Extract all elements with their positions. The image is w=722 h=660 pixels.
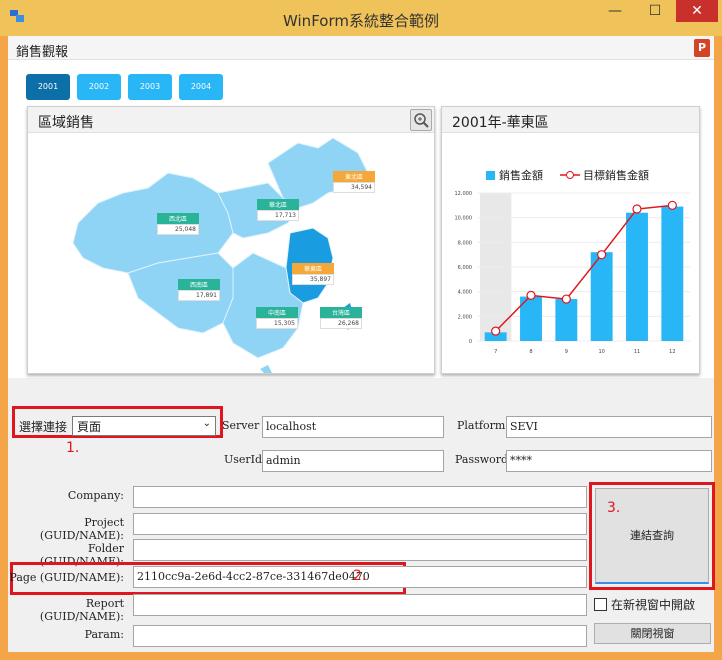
step1-label: 1.: [66, 440, 80, 456]
userid-label: UserId: [224, 453, 263, 466]
company-label: Company:: [67, 489, 124, 502]
server-label: Server: [222, 419, 260, 432]
new-window-label: 在新視窗中開啟: [611, 598, 696, 612]
x-tick-label: 10: [598, 349, 604, 355]
page-label: Page (GUID/NAME):: [9, 571, 124, 584]
bar: [626, 212, 648, 341]
folder-input[interactable]: [133, 539, 587, 561]
region-sales-header: 區域銷售: [28, 107, 434, 133]
map-label-southwest: 西南區 17,891: [178, 279, 220, 301]
legend-target-label: 目標銷售金額: [583, 169, 649, 182]
map-label-taiwan: 台灣區 26,268: [320, 307, 362, 329]
sales-chart-title: 2001年-華東區: [452, 115, 549, 131]
sales-chart-header: 2001年-華東區: [442, 107, 699, 133]
close-window-button[interactable]: 關閉視窗: [594, 623, 711, 644]
region-sales-title: 區域銷售: [38, 115, 94, 131]
platform-label: Platform: [457, 419, 506, 432]
year-button-2002[interactable]: 2002: [77, 74, 121, 100]
region-sales-panel: 區域銷售 東北區 34,594 華北區 17,713 西北區 25,048 華東區 35…: [27, 106, 435, 374]
report-viewer: 銷售觀報 P 2001 2002 2003 2004 區域銷售 東北區 34,5…: [8, 36, 714, 378]
legend-target: 目標銷售金額: [560, 167, 649, 183]
maximize-button[interactable]: ☐: [640, 0, 670, 22]
zoom-icon[interactable]: [410, 109, 432, 131]
bar: [555, 299, 578, 341]
y-tick-label: 2,000: [458, 314, 472, 320]
bar: [590, 252, 613, 341]
x-tick-label: 7: [494, 349, 497, 355]
y-tick-label: 10,000: [455, 216, 473, 222]
target-point: [632, 204, 642, 214]
server-input[interactable]: localhost: [262, 416, 444, 438]
report-header: 銷售觀報 P: [8, 36, 714, 60]
chevron-down-icon: ⌄: [202, 418, 211, 429]
param-label: Param:: [84, 628, 124, 641]
legend-sales: 銷售金額: [486, 167, 543, 183]
y-tick-label: 6,000: [458, 265, 472, 271]
target-point: [526, 290, 536, 300]
password-label: Password: [455, 453, 509, 466]
close-button[interactable]: ✕: [676, 0, 718, 22]
y-tick-label: 8,000: [458, 240, 472, 246]
year-button-2003[interactable]: 2003: [128, 74, 172, 100]
china-map: [72, 137, 369, 373]
legend-sales-swatch: [486, 170, 495, 180]
connect-select-value: 頁面: [77, 420, 102, 434]
year-button-2001[interactable]: 2001: [26, 74, 70, 100]
platform-input[interactable]: SEVI: [506, 416, 712, 438]
report-label: Report (GUID/NAME):: [39, 597, 124, 623]
x-tick-label: 9: [565, 349, 568, 355]
map-label-south-central: 中南區 15,305: [256, 307, 298, 329]
step2-label: 2.: [353, 568, 367, 584]
map-label-northwest: 西北區 25,048: [157, 213, 199, 235]
x-tick-label: 11: [634, 349, 640, 355]
map-label-east: 華東區 35,897: [292, 263, 334, 285]
bar: [661, 206, 684, 341]
step3-label: 3.: [607, 500, 621, 516]
y-tick-label: 12,000: [455, 191, 473, 197]
company-input[interactable]: [133, 486, 587, 508]
report-title: 銷售觀報: [16, 45, 69, 60]
powerpoint-export-icon[interactable]: P: [694, 39, 710, 57]
userid-input[interactable]: admin: [262, 450, 444, 472]
new-window-checkbox[interactable]: [594, 598, 607, 611]
x-tick-label: 12: [669, 349, 675, 355]
y-tick-label: 0: [469, 339, 472, 345]
report-input[interactable]: [133, 594, 587, 616]
param-input[interactable]: [133, 625, 587, 647]
map-label-northeast: 東北區 34,594: [333, 171, 375, 193]
project-label: Project (GUID/NAME):: [39, 516, 124, 542]
y-tick-label: 4,000: [458, 290, 472, 296]
sales-chart: 0 2,000 4,000 6,000 8,000 10,000 12,000 7 8 9 10 11…: [455, 191, 690, 355]
sales-chart-panel: 2001年-華東區 銷售金額 目標銷售金額 0 2,000 4,000 6,000 8,…: [441, 106, 700, 374]
target-point: [561, 294, 571, 304]
minimize-button[interactable]: —: [600, 0, 630, 22]
connect-select[interactable]: 頁面 ⌄: [72, 416, 216, 436]
title-bar: WinForm系統整合範例 — ☐ ✕: [0, 0, 722, 36]
project-input[interactable]: [133, 513, 587, 535]
client-area: 銷售觀報 P 2001 2002 2003 2004 區域銷售 東北區 34,5…: [8, 36, 715, 652]
map-label-north: 華北區 17,713: [257, 199, 299, 221]
legend-target-swatch: [560, 171, 580, 179]
x-tick-label: 8: [529, 349, 532, 355]
legend-sales-label: 銷售金額: [499, 169, 543, 182]
connection-form: 選擇連接 頁面 ⌄ 1. Server localhost Platform S…: [8, 378, 715, 652]
map-region-hainan: [260, 365, 272, 373]
target-point: [491, 326, 501, 336]
year-button-2004[interactable]: 2004: [179, 74, 223, 100]
password-input[interactable]: ****: [506, 450, 712, 472]
connect-label: 選擇連接: [19, 420, 68, 434]
target-point: [597, 250, 607, 260]
target-point: [667, 200, 677, 210]
